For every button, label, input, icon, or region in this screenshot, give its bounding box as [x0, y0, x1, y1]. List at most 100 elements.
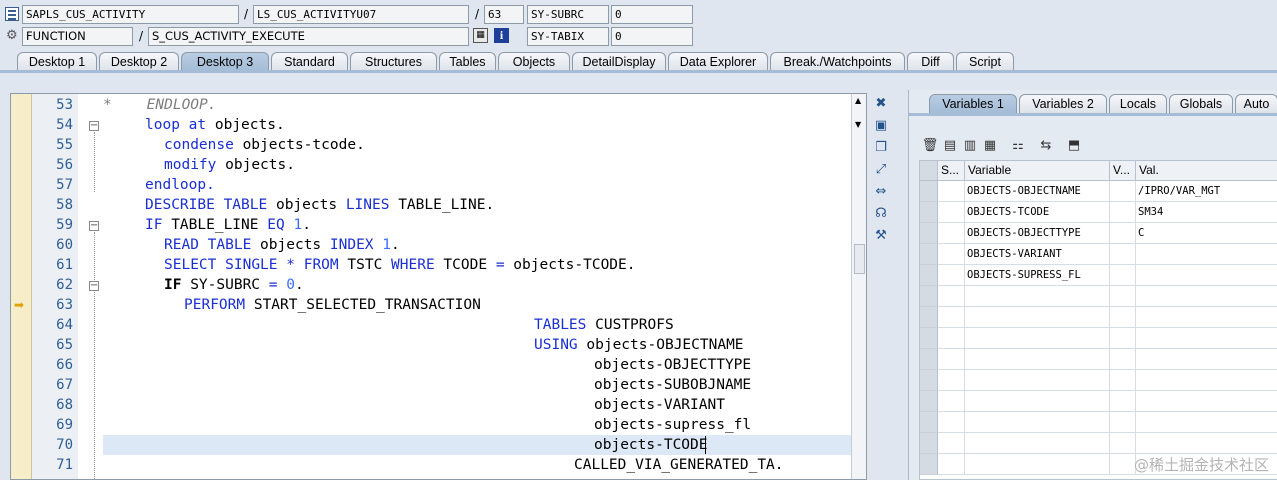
empty-row[interactable]: [920, 349, 1277, 370]
column-header-value[interactable]: Val.: [1136, 161, 1277, 181]
table-row[interactable]: OBJECTS-OBJECTTYPE C: [920, 223, 1277, 244]
code-line[interactable]: 56 modify objects.: [11, 155, 851, 175]
table-row[interactable]: OBJECTS-SUPRESS_FL: [920, 265, 1277, 286]
folder-icon[interactable]: ⬒: [1065, 137, 1083, 155]
code-line[interactable]: 68 objects-VARIANT: [11, 395, 851, 415]
tab-desktop-2[interactable]: Desktop 2: [99, 52, 179, 71]
empty-row[interactable]: [920, 370, 1277, 391]
code-line[interactable]: 55 condense objects-tcode.: [11, 135, 851, 155]
fold-toggle[interactable]: −: [89, 281, 99, 291]
editor-vertical-scrollbar[interactable]: ▲ ▼: [851, 94, 866, 479]
current-statement-arrow-icon: ➡: [14, 298, 25, 312]
sysvar-label-1: SY-SUBRC: [527, 5, 609, 24]
line-number-field[interactable]: 63: [484, 5, 524, 24]
column-header-v[interactable]: V...: [1110, 161, 1136, 181]
scroll-up-arrow-icon[interactable]: ▲: [855, 96, 861, 105]
close-icon[interactable]: ✖: [872, 95, 890, 113]
code-line[interactable]: 71 CALLED_VIA_GENERATED_TA.: [11, 455, 851, 475]
tab-objects[interactable]: Objects: [498, 52, 570, 71]
code-line[interactable]: 64 TABLES CUSTPROFS: [11, 315, 851, 335]
tab-breakpoints[interactable]: Break./Watchpoints: [770, 52, 905, 71]
table-row[interactable]: OBJECTS-TCODE SM34: [920, 202, 1277, 223]
scroll-thumb[interactable]: [854, 244, 865, 274]
text-cursor: [705, 436, 706, 454]
tab-detaildisplay[interactable]: DetailDisplay: [572, 52, 666, 71]
fold-toggle[interactable]: −: [89, 121, 99, 131]
code-line[interactable]: 61 SELECT SINGLE * FROM TSTC WHERE TCODE …: [11, 255, 851, 275]
maximize-icon[interactable]: ⤢: [872, 161, 890, 179]
code-line[interactable]: 58 DESCRIBE TABLE objects LINES TABLE_LIN…: [11, 195, 851, 215]
empty-row[interactable]: [920, 328, 1277, 349]
separator: /: [244, 7, 249, 21]
variables-grid: S... Variable V... Val. OBJECTS-OBJECTNA…: [919, 160, 1277, 480]
code-line[interactable]: 53 * ENDLOOP.: [11, 95, 851, 115]
code-line[interactable]: 57 endloop.: [11, 175, 851, 195]
code-line-current[interactable]: 63 PERFORM START_SELECTED_TRANSACTION: [11, 295, 851, 315]
empty-row[interactable]: [920, 433, 1277, 454]
tab-script[interactable]: Script: [956, 52, 1014, 71]
tab-variables-2[interactable]: Variables 2: [1019, 94, 1107, 113]
hierarchy-icon[interactable]: ⚏: [1009, 137, 1027, 155]
details-icon[interactable]: ▥: [961, 137, 979, 155]
variables-panel: Variables 1 Variables 2 Locals Globals A…: [908, 90, 1277, 480]
column-header-status[interactable]: S...: [938, 161, 965, 181]
function-name-field[interactable]: S_CUS_ACTIVITY_EXECUTE: [148, 27, 469, 46]
transfer-icon[interactable]: ⇆: [1037, 137, 1055, 155]
tab-data-explorer[interactable]: Data Explorer: [668, 52, 768, 71]
info-icon[interactable]: i: [494, 28, 509, 43]
source-code-editor[interactable]: 53 * ENDLOOP. 54 loop at objects. 55 conden…: [10, 93, 867, 480]
delete-icon[interactable]: 🗑: [921, 137, 939, 155]
tab-variables-1[interactable]: Variables 1: [929, 94, 1017, 113]
tab-structures[interactable]: Structures: [350, 52, 437, 71]
tab-underline: [0, 70, 1277, 73]
tab-standard[interactable]: Standard: [271, 52, 348, 71]
code-line[interactable]: 70 objects-TCODE: [11, 435, 851, 455]
tab-diff[interactable]: Diff: [907, 52, 954, 71]
watermark: @稀土掘金技术社区: [1133, 456, 1269, 474]
tab-desktop-3[interactable]: Desktop 3: [181, 52, 269, 71]
fold-guide: [94, 132, 95, 192]
empty-row[interactable]: [920, 307, 1277, 328]
program-name-field[interactable]: SAPLS_CUS_ACTIVITY: [22, 5, 239, 24]
code-line[interactable]: 66 objects-OBJECTTYPE: [11, 355, 851, 375]
fold-toggle[interactable]: −: [89, 221, 99, 231]
type-field[interactable]: FUNCTION: [22, 27, 133, 46]
fold-guide: [94, 232, 95, 280]
resize-horizontal-icon[interactable]: ⇔: [872, 183, 890, 201]
tab-globals[interactable]: Globals: [1169, 94, 1233, 113]
code-line[interactable]: 59 IF TABLE_LINE EQ 1.: [11, 215, 851, 235]
sysvar-value-1[interactable]: 0: [611, 5, 693, 24]
tab-auto[interactable]: Auto: [1235, 94, 1277, 113]
empty-row[interactable]: [920, 286, 1277, 307]
code-line[interactable]: 60 READ TABLE objects INDEX 1.: [11, 235, 851, 255]
fold-guide: [94, 292, 95, 479]
sysvar-label-2: SY-TABIX: [527, 27, 609, 46]
scroll-down-arrow-icon[interactable]: ▼: [855, 120, 861, 129]
include-name-field[interactable]: LS_CUS_ACTIVITYU07: [253, 5, 469, 24]
separator: /: [475, 7, 480, 21]
tab-tables[interactable]: Tables: [439, 52, 496, 71]
desktop-tab-strip: Desktop 1 Desktop 2 Desktop 3 Standard S…: [0, 52, 1277, 71]
code-line[interactable]: 62 IF SY-SUBRC = 0.: [11, 275, 851, 295]
table-row[interactable]: OBJECTS-OBJECTNAME /IPRO/VAR_MGT: [920, 181, 1277, 202]
list-icon[interactable]: ▤: [941, 137, 959, 155]
tools-icon[interactable]: ⚒: [872, 227, 890, 245]
copy-icon[interactable]: ❐: [872, 139, 890, 157]
calculator-icon[interactable]: ▦: [473, 28, 488, 43]
grid-corner: [920, 161, 938, 181]
table-row[interactable]: OBJECTS-VARIANT: [920, 244, 1277, 265]
save-icon[interactable]: ▦: [981, 137, 999, 155]
empty-row[interactable]: [920, 412, 1277, 433]
tab-locals[interactable]: Locals: [1109, 94, 1167, 113]
code-line[interactable]: 69 objects-supress_fl: [11, 415, 851, 435]
headset-icon[interactable]: ☊: [872, 205, 890, 223]
sysvar-value-2[interactable]: 0: [611, 27, 693, 46]
empty-row[interactable]: [920, 391, 1277, 412]
new-object-icon[interactable]: ▣: [872, 117, 890, 135]
tab-desktop-1[interactable]: Desktop 1: [17, 52, 97, 71]
column-header-variable[interactable]: Variable: [965, 161, 1110, 181]
program-icon: [5, 7, 19, 21]
code-line[interactable]: 67 objects-SUBOBJNAME: [11, 375, 851, 395]
code-line[interactable]: 54 loop at objects.: [11, 115, 851, 135]
code-line[interactable]: 65 USING objects-OBJECTNAME: [11, 335, 851, 355]
